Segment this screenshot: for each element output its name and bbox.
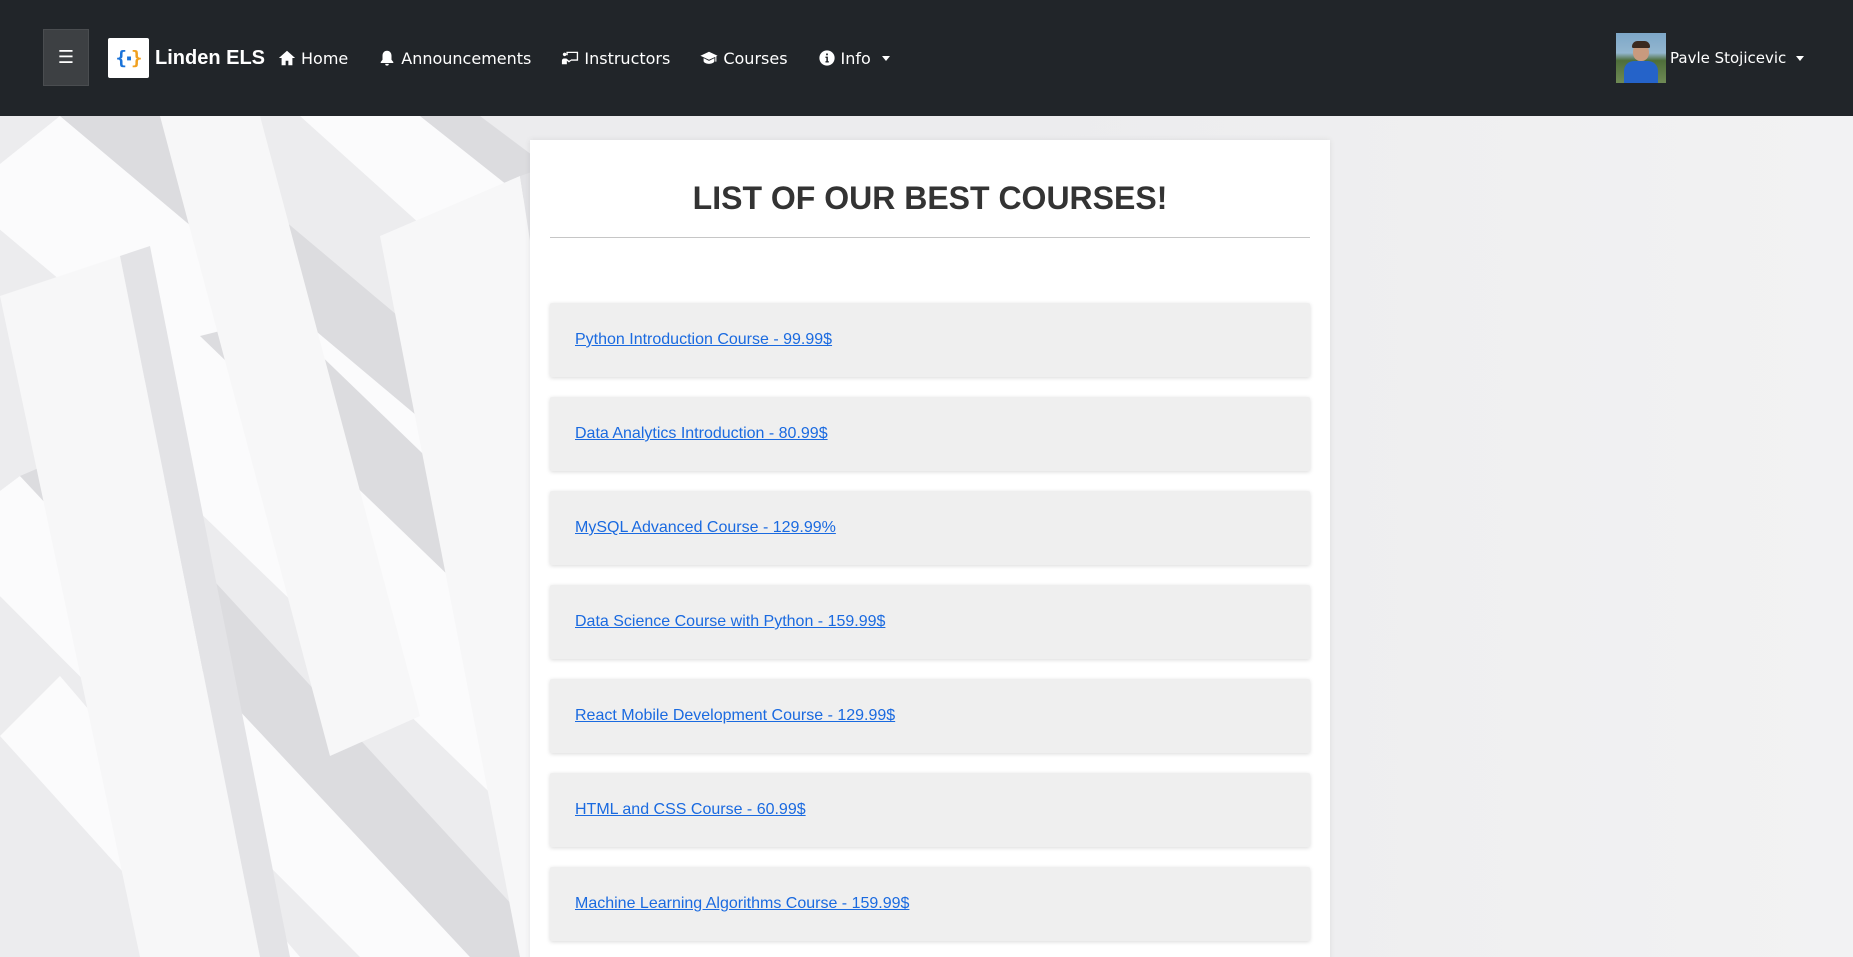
course-link[interactable]: HTML and CSS Course - 60.99$ bbox=[575, 801, 806, 819]
bell-icon bbox=[380, 50, 394, 66]
brand-logo: {▪} bbox=[108, 38, 149, 78]
course-link[interactable]: Machine Learning Algorithms Course - 159… bbox=[575, 895, 909, 913]
course-item: HTML and CSS Course - 60.99$ bbox=[550, 773, 1310, 847]
graduation-cap-icon bbox=[700, 51, 718, 64]
nav-home[interactable]: Home bbox=[278, 49, 348, 68]
sidebar-toggle-button[interactable]: ☰ bbox=[43, 29, 89, 86]
nav-courses-label: Courses bbox=[723, 48, 788, 68]
nav-info-label: Info bbox=[840, 48, 871, 68]
chalkboard-teacher-icon bbox=[562, 51, 579, 65]
nav-home-label: Home bbox=[301, 48, 349, 68]
course-item: Python Introduction Course - 99.99$ bbox=[550, 303, 1310, 377]
user-name: Pavle Stojicevic bbox=[1670, 49, 1787, 67]
nav-announcements-label: Announcements bbox=[401, 48, 532, 68]
course-item: Machine Learning Algorithms Course - 159… bbox=[550, 867, 1310, 941]
avatar bbox=[1616, 33, 1666, 83]
nav-instructors-label: Instructors bbox=[584, 48, 671, 68]
course-link[interactable]: Python Introduction Course - 99.99$ bbox=[575, 331, 832, 349]
info-circle-icon bbox=[818, 50, 835, 66]
home-icon bbox=[278, 50, 296, 66]
nav-announcements[interactable]: Announcements bbox=[378, 49, 531, 68]
course-link[interactable]: Data Analytics Introduction - 80.99$ bbox=[575, 425, 828, 443]
hamburger-icon: ☰ bbox=[57, 47, 75, 68]
top-navbar: ☰ {▪} Linden ELS Home Announcements Inst… bbox=[0, 0, 1853, 116]
nav-instructors[interactable]: Instructors bbox=[561, 49, 670, 68]
title-divider bbox=[550, 237, 1310, 238]
nav-courses[interactable]: Courses bbox=[700, 48, 788, 68]
course-item: React Mobile Development Course - 129.99… bbox=[550, 679, 1310, 753]
user-menu-dropdown[interactable]: Pavle Stojicevic bbox=[1616, 33, 1805, 83]
chevron-down-icon bbox=[1796, 55, 1805, 61]
chevron-down-icon bbox=[881, 55, 890, 61]
course-item: Data Science Course with Python - 159.99… bbox=[550, 585, 1310, 659]
page-title: LIST OF OUR BEST COURSES! bbox=[692, 180, 1168, 216]
course-link[interactable]: React Mobile Development Course - 129.99… bbox=[575, 707, 895, 725]
nav-info-dropdown[interactable]: Info bbox=[818, 49, 890, 68]
courses-card: LIST OF OUR BEST COURSES! Python Introdu… bbox=[530, 140, 1330, 957]
nav-links: Home Announcements Instructors Courses I… bbox=[278, 46, 920, 70]
brand-name: Linden ELS bbox=[155, 46, 265, 69]
course-item: MySQL Advanced Course - 129.99% bbox=[550, 491, 1310, 565]
course-link[interactable]: MySQL Advanced Course - 129.99% bbox=[575, 519, 836, 537]
course-link[interactable]: Data Science Course with Python - 159.99… bbox=[575, 613, 885, 631]
course-item: Data Analytics Introduction - 80.99$ bbox=[550, 397, 1310, 471]
brand-link[interactable]: {▪} Linden ELS bbox=[108, 38, 265, 78]
